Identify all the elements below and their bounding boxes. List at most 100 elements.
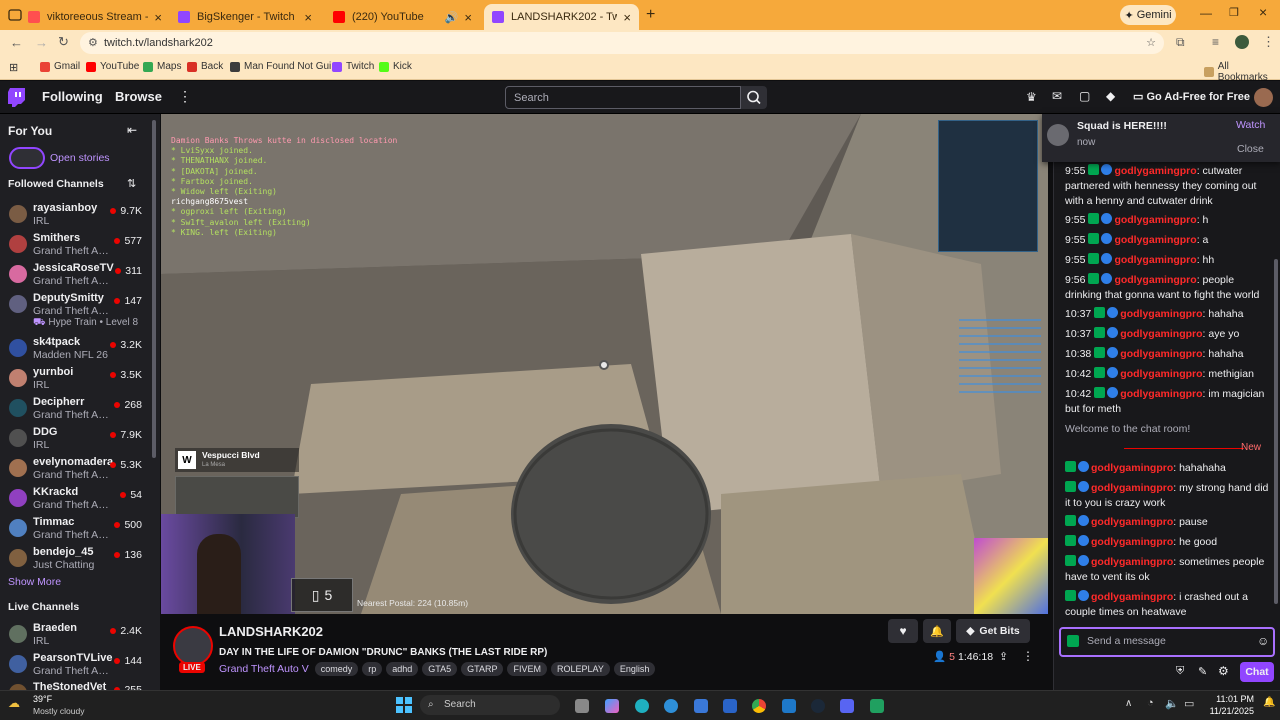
notification-bell-icon[interactable]: 🔔 xyxy=(1263,697,1275,708)
sidebar-scrollbar[interactable] xyxy=(152,120,156,458)
chat-username[interactable]: godlygamingpro xyxy=(1114,165,1196,177)
pen-icon[interactable]: ✎ xyxy=(1198,665,1207,678)
taskbar-search[interactable]: ⌕ Search xyxy=(420,695,560,715)
copilot-icon[interactable] xyxy=(605,699,619,713)
chat-input[interactable]: Send a message ☺ xyxy=(1059,627,1275,657)
extensions-icon[interactable]: ⧉ xyxy=(1176,35,1185,50)
live-channel[interactable]: Braeden IRL 2.4K xyxy=(0,621,150,651)
bits-icon[interactable]: ◆ xyxy=(1106,89,1115,103)
chat-username[interactable]: godlygamingpro xyxy=(1114,254,1196,266)
mail-icon[interactable] xyxy=(723,699,737,713)
battery-icon[interactable]: ▭ xyxy=(1184,697,1194,710)
emoji-icon[interactable]: ☺ xyxy=(1257,634,1269,648)
close-window-button[interactable]: × xyxy=(1259,4,1267,20)
chat-username[interactable]: godlygamingpro xyxy=(1091,462,1173,474)
followed-channel[interactable]: DeputySmitty Grand Theft Au... 147 ⛟ Hype … xyxy=(0,291,150,331)
bookmark-maps[interactable]: Maps xyxy=(143,61,181,72)
followed-channel[interactable]: rayasianboy IRL 9.7K xyxy=(0,201,150,231)
chat-username[interactable]: godlygamingpro xyxy=(1120,308,1202,320)
inbox-icon[interactable]: ✉ xyxy=(1052,89,1062,103)
store-icon[interactable] xyxy=(694,699,708,713)
collapse-sidebar-icon[interactable]: ⇤ xyxy=(127,123,137,137)
weather-temp[interactable]: 39°F xyxy=(33,694,52,704)
start-button[interactable] xyxy=(396,697,412,713)
chat-username[interactable]: godlygamingpro xyxy=(1091,482,1173,494)
chat-username[interactable]: godlygamingpro xyxy=(1120,328,1202,340)
live-channel[interactable]: TheStonedVet 255 xyxy=(0,680,150,690)
watch-button[interactable]: Watch xyxy=(1236,119,1265,131)
media-icon[interactable]: ≡ xyxy=(1212,35,1219,49)
followed-channel[interactable]: JessicaRoseTV Grand Theft Au... 311 xyxy=(0,261,150,291)
bookmark-star-icon[interactable]: ☆ xyxy=(1146,32,1156,54)
browser-tab-2[interactable]: BigSkenger - Twitch × xyxy=(170,4,320,30)
chat-username[interactable]: godlygamingpro xyxy=(1114,214,1196,226)
crown-icon[interactable]: ♛ xyxy=(1026,90,1037,104)
app-icon[interactable] xyxy=(870,699,884,713)
audio-icon[interactable]: 🔊 xyxy=(445,11,459,24)
close-tab-icon[interactable]: × xyxy=(154,10,162,25)
twitch-logo-icon[interactable] xyxy=(8,88,25,107)
volume-icon[interactable]: 🔈 xyxy=(1165,697,1179,710)
tag[interactable]: ROLEPLAY xyxy=(550,662,610,676)
shield-icon[interactable]: ⛨ xyxy=(1176,665,1184,678)
site-info-icon[interactable]: ⚙ xyxy=(88,32,98,54)
restore-button[interactable]: ❐ xyxy=(1229,6,1239,19)
settings-icon[interactable]: ⚙ xyxy=(1218,664,1229,678)
search-input[interactable]: Search xyxy=(505,86,741,109)
profile-avatar[interactable] xyxy=(1235,35,1249,49)
all-bookmarks[interactable]: All Bookmarks xyxy=(1204,61,1280,83)
search-button[interactable] xyxy=(741,86,767,109)
reload-icon[interactable]: ↻ xyxy=(58,34,69,50)
more-icon[interactable]: ⋮ xyxy=(178,88,192,105)
bookmark-article[interactable]: Man Found Not Gui... xyxy=(230,61,340,72)
chat-username[interactable]: godlygamingpro xyxy=(1091,556,1173,568)
browser-tab-1[interactable]: viktoreeous Stream - Watch Liv × xyxy=(20,4,170,30)
tag[interactable]: FIVEM xyxy=(507,662,547,676)
new-tab-button[interactable]: + xyxy=(646,6,655,24)
tag[interactable]: English xyxy=(613,662,656,676)
tag[interactable]: adhd xyxy=(386,662,419,676)
channel-avatar[interactable] xyxy=(173,626,213,666)
followed-channel[interactable]: Decipherr Grand Theft Au... 268 xyxy=(0,395,150,425)
game-link[interactable]: Grand Theft Auto V xyxy=(219,663,309,675)
get-bits-button[interactable]: ◆ Get Bits xyxy=(956,619,1030,643)
following-link[interactable]: Following xyxy=(42,89,103,104)
task-view-icon[interactable] xyxy=(575,699,589,713)
forward-icon[interactable]: → xyxy=(35,35,48,50)
menu-icon[interactable]: ⋮ xyxy=(1262,34,1275,50)
close-tab-icon[interactable]: × xyxy=(304,10,312,25)
browser-tab-3[interactable]: (220) YouTube 🔊 × xyxy=(325,4,480,30)
edge-browser-icon[interactable] xyxy=(664,699,678,713)
followed-channel[interactable]: sk4tpack Madden NFL 26 3.2K xyxy=(0,335,150,365)
video-player[interactable]: Damion Banks Throws kutte in disclosed l… xyxy=(161,114,1048,614)
bookmark-kick[interactable]: Kick xyxy=(379,61,412,72)
back-icon[interactable]: ← xyxy=(10,35,23,50)
close-tab-icon[interactable]: × xyxy=(464,10,472,25)
more-options-icon[interactable]: ⋮ xyxy=(1022,649,1034,663)
followed-channel[interactable]: yurnboi IRL 3.5K xyxy=(0,365,150,395)
show-more-link[interactable]: Show More xyxy=(8,576,61,588)
followed-channel[interactable]: bendejo_45 Just Chatting 136 xyxy=(0,545,150,575)
url-field[interactable]: ⚙ twitch.tv/landshark202 ☆ xyxy=(80,32,1164,54)
bookmark-back[interactable]: Back xyxy=(187,61,223,72)
chat-username[interactable]: godlygamingpro xyxy=(1091,536,1173,548)
tray-chevron-icon[interactable]: ∧ xyxy=(1125,698,1132,709)
tag[interactable]: GTARP xyxy=(461,662,504,676)
close-tab-icon[interactable]: × xyxy=(623,10,631,25)
chat-send-button[interactable]: Chat xyxy=(1240,662,1274,682)
followed-channel[interactable]: KKrackd Grand Theft Au... 54 xyxy=(0,485,150,515)
bookmark-gmail[interactable]: Gmail xyxy=(40,61,80,72)
chat-scrollbar[interactable] xyxy=(1274,259,1278,604)
discord-icon[interactable] xyxy=(840,699,854,713)
follow-button[interactable]: ♥ xyxy=(888,619,918,643)
browse-link[interactable]: Browse xyxy=(115,89,162,104)
tag[interactable]: rp xyxy=(362,662,383,676)
edge-icon[interactable] xyxy=(635,699,649,713)
channel-name[interactable]: LANDSHARK202 xyxy=(219,624,323,639)
clock-date[interactable]: 11/21/2025 xyxy=(1200,706,1254,716)
minimize-button[interactable]: — xyxy=(1200,6,1212,20)
chat-username[interactable]: godlygamingpro xyxy=(1120,388,1202,400)
gemini-button[interactable]: ✦ Gemini xyxy=(1120,5,1176,25)
chat-username[interactable]: godlygamingpro xyxy=(1091,591,1173,603)
chat-username[interactable]: godlygamingpro xyxy=(1114,234,1196,246)
